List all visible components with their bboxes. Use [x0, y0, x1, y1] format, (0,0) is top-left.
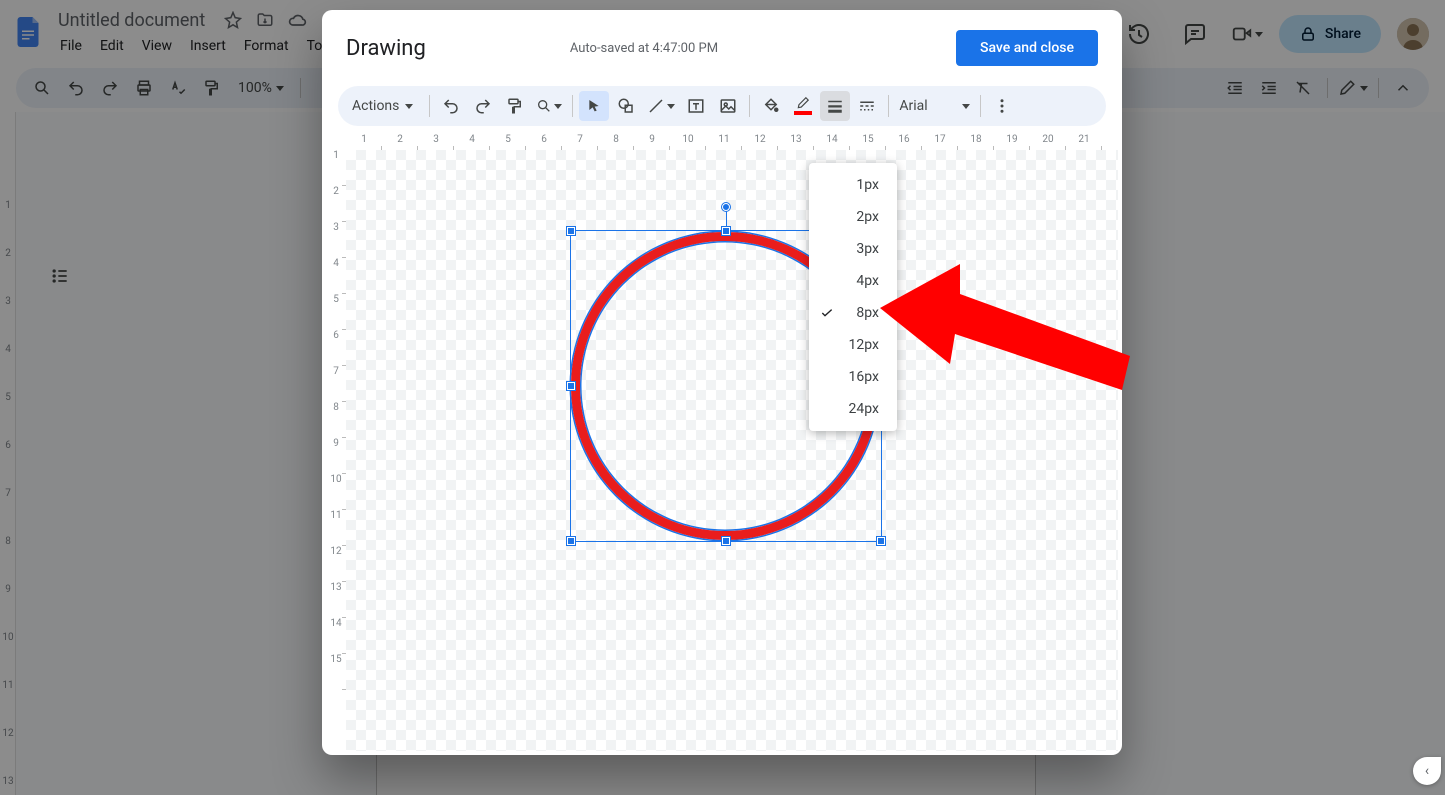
drawing-toolbar: Actions Arial: [338, 86, 1106, 126]
resize-handle-ml[interactable]: [567, 382, 575, 390]
dialog-title: Drawing: [346, 36, 426, 61]
border-weight-option[interactable]: 1px: [809, 169, 897, 201]
resize-handle-mb[interactable]: [722, 537, 730, 545]
border-weight-option[interactable]: 16px: [809, 361, 897, 393]
border-weight-option[interactable]: 12px: [809, 329, 897, 361]
fill-color-button[interactable]: [756, 91, 786, 121]
actions-menu[interactable]: Actions: [348, 91, 423, 121]
more-options-button[interactable]: [987, 91, 1017, 121]
resize-handle-bl[interactable]: [567, 537, 575, 545]
font-family-select[interactable]: Arial: [895, 91, 973, 121]
redo-button[interactable]: [468, 91, 498, 121]
save-and-close-button[interactable]: Save and close: [956, 30, 1098, 66]
vertical-ruler: 123456789101112131415: [326, 150, 346, 751]
image-tool[interactable]: [713, 91, 743, 121]
shape-tool[interactable]: [611, 91, 641, 121]
border-dash-button[interactable]: [852, 91, 882, 121]
paint-format-button[interactable]: [500, 91, 530, 121]
undo-button[interactable]: [436, 91, 466, 121]
border-weight-option[interactable]: 8px: [809, 297, 897, 329]
horizontal-ruler: 123456789101112131415161718192021: [346, 134, 1118, 150]
explore-button[interactable]: ‹: [1413, 757, 1441, 785]
border-weight-dropdown: 1px2px3px4px8px12px16px24px: [809, 163, 897, 431]
rotate-handle[interactable]: [722, 203, 730, 211]
border-weight-button[interactable]: [820, 91, 850, 121]
resize-handle-mt[interactable]: [722, 227, 730, 235]
select-tool[interactable]: [579, 91, 609, 121]
border-weight-option[interactable]: 4px: [809, 265, 897, 297]
drawing-dialog: Drawing Auto-saved at 4:47:00 PM Save an…: [322, 10, 1122, 755]
autosave-status: Auto-saved at 4:47:00 PM: [570, 41, 718, 56]
resize-handle-br[interactable]: [877, 537, 885, 545]
border-color-button[interactable]: [788, 91, 818, 121]
border-weight-option[interactable]: 3px: [809, 233, 897, 265]
drawing-canvas[interactable]: [346, 150, 1118, 751]
zoom-menu[interactable]: [532, 91, 566, 121]
resize-handle-tl[interactable]: [567, 227, 575, 235]
border-weight-option[interactable]: 2px: [809, 201, 897, 233]
line-tool[interactable]: [643, 91, 679, 121]
border-weight-option[interactable]: 24px: [809, 393, 897, 425]
text-box-tool[interactable]: [681, 91, 711, 121]
